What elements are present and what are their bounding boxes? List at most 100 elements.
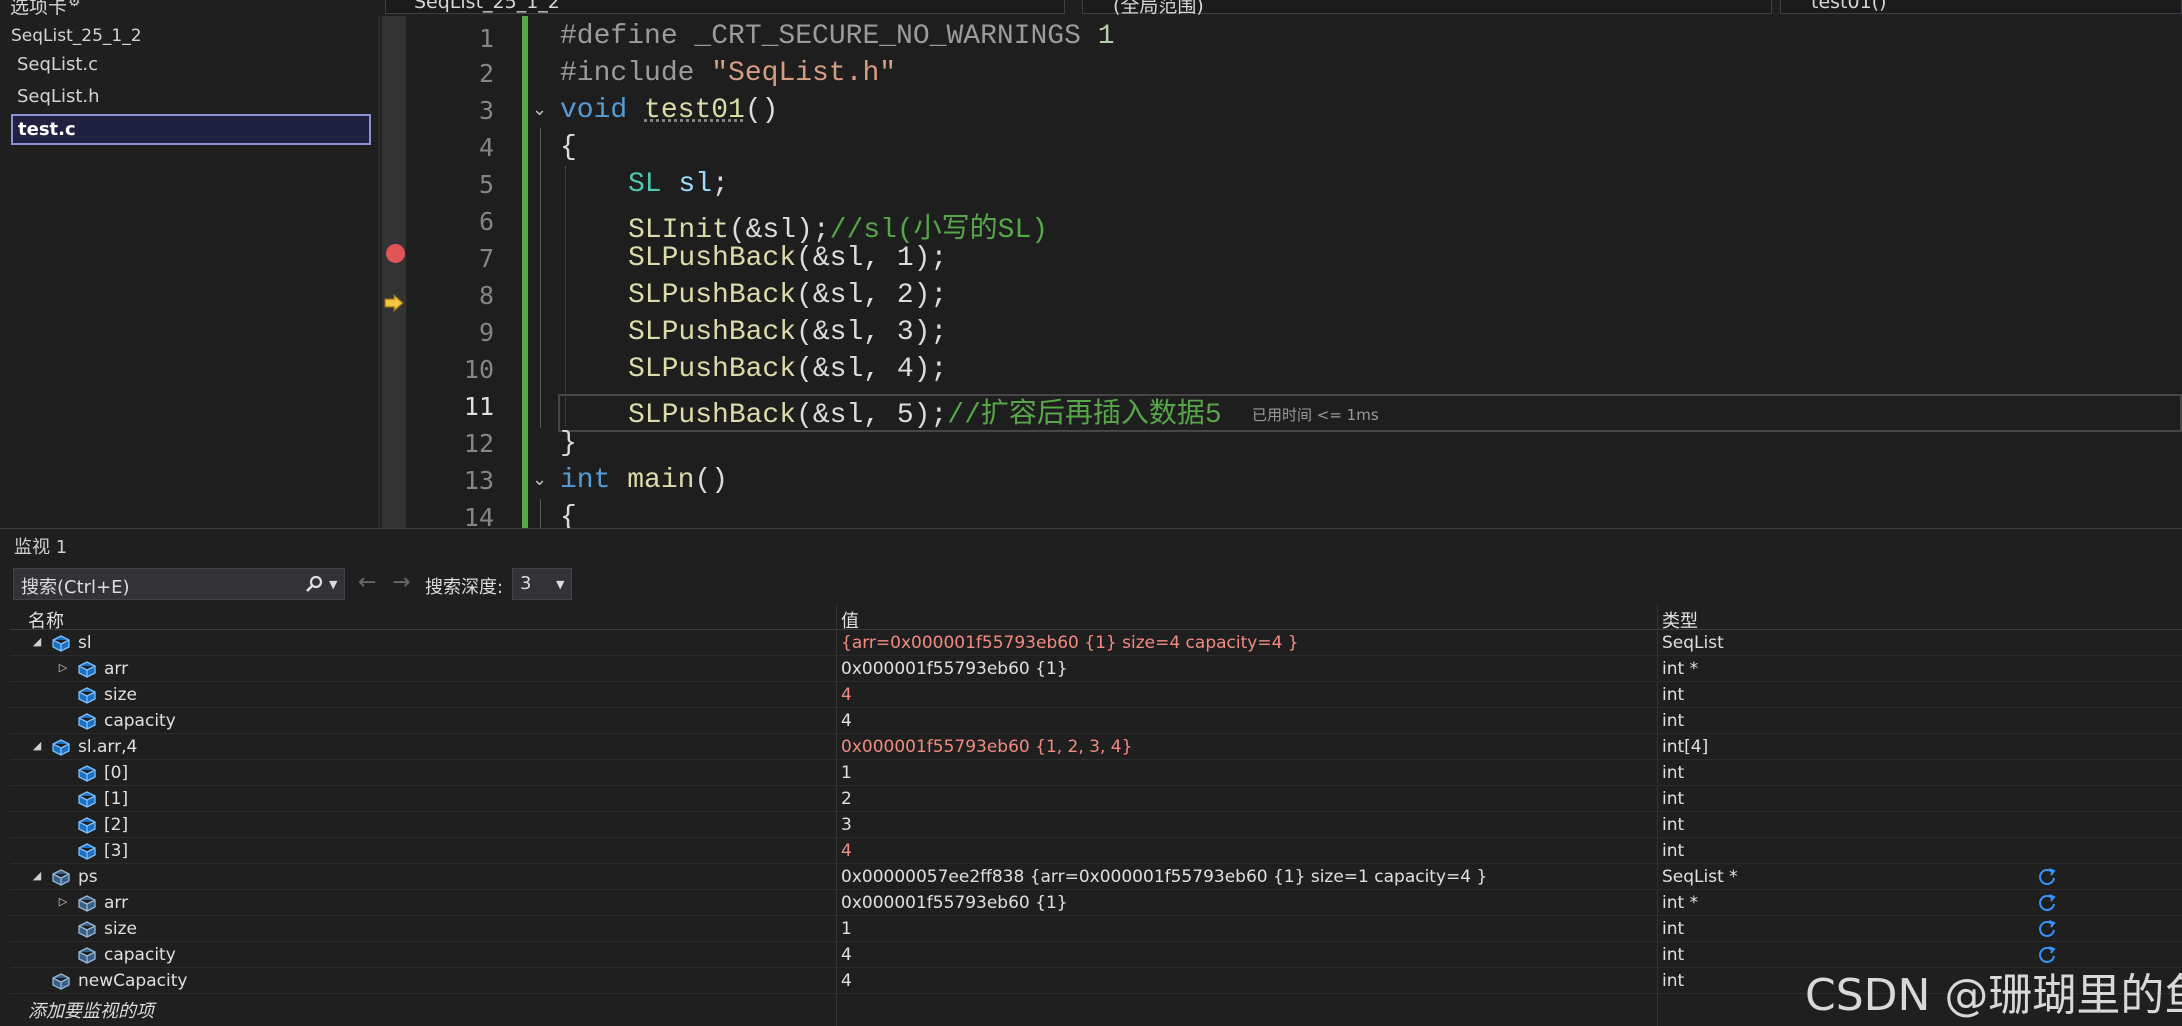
explorer-tab-fragment[interactable]: 选项卡 (10, 0, 67, 16)
project-node[interactable]: SeqList_25_1_2 (11, 26, 142, 46)
line-number: 12 (463, 429, 494, 458)
search-placeholder: 搜索(Ctrl+E) (21, 577, 130, 598)
code-line-2: #include "SeqList.h" (560, 58, 896, 89)
watch-row[interactable]: [1] 2 int (10, 786, 2182, 812)
watch-type: SeqList * (1662, 867, 1738, 887)
object-cube-icon (78, 687, 96, 704)
breakpoint-icon[interactable] (386, 244, 405, 263)
watch-value[interactable]: 0x000001f55793eb60 {1} (841, 659, 1068, 679)
change-tracking-bar (522, 16, 528, 528)
watch-value[interactable]: 0x000001f55793eb60 {1} (841, 893, 1068, 913)
expand-triangle-icon[interactable]: ▷ (56, 895, 70, 908)
object-cube-icon (78, 791, 96, 808)
line-number: 11 (463, 392, 494, 421)
watch-value[interactable]: 4 (841, 971, 852, 991)
scope-dropdown[interactable]: (全局范围) ▾ (1082, 0, 1772, 16)
code-line-7: SLPushBack(&sl, 1); (628, 243, 947, 274)
object-cube-icon (78, 661, 96, 678)
watch-row[interactable]: ▷ arr 0x000001f55793eb60 {1} int * (10, 656, 2182, 682)
punctuation: () (694, 465, 729, 496)
search-input[interactable]: 搜索(Ctrl+E) ▼ (13, 568, 345, 600)
search-icon[interactable] (304, 575, 324, 595)
watch-row[interactable]: ◢ ps 0x00000057ee2ff838 {arr=0x000001f55… (10, 864, 2182, 890)
gear-icon[interactable]: ⚙ (68, 0, 81, 10)
watch-name: [3] (104, 841, 129, 861)
string-literal: "SeqList.h" (711, 58, 897, 89)
function-name: main (627, 465, 695, 496)
watermark: CSDN @珊瑚里的鱼 (1805, 970, 2182, 1021)
watch-row[interactable]: ◢ sl.arr,4 0x000001f55793eb60 {1, 2, 3, … (10, 734, 2182, 760)
watch-type: int (1662, 971, 1685, 991)
watch-value[interactable]: 4 (841, 711, 852, 731)
file-test-c[interactable]: test.c (11, 114, 371, 145)
scope-fragment: (全局范围) (1113, 0, 1204, 16)
code-line-14: { (560, 502, 577, 528)
code-line-10: SLPushBack(&sl, 4); (628, 354, 947, 385)
line-number: 4 (478, 133, 494, 162)
perf-tip[interactable]: 已用时间 <= 1ms (1252, 404, 1379, 425)
editor-tab-fragment: SeqList_25_1_2 (414, 0, 560, 13)
watch-row[interactable]: ◢ sl {arr=0x000001f55793eb60 {1} size=4 … (10, 630, 2182, 656)
watch-value[interactable]: 4 (841, 685, 852, 705)
watch-value[interactable]: 1 (841, 763, 852, 783)
watch-value[interactable]: 4 (841, 841, 852, 861)
watch-name: sl.arr,4 (78, 737, 138, 757)
watch-row[interactable]: [0] 1 int (10, 760, 2182, 786)
watch-name: size (104, 685, 137, 705)
watch-value[interactable]: 3 (841, 815, 852, 835)
glyph-margin[interactable] (382, 16, 406, 528)
watch-name: size (104, 919, 137, 939)
watch-value[interactable]: 1 (841, 919, 852, 939)
function-name: SLPushBack (628, 317, 797, 348)
watch-row[interactable]: size 4 int (10, 682, 2182, 708)
watch-row[interactable]: ▷ arr 0x000001f55793eb60 {1} int * (10, 890, 2182, 916)
back-arrow-icon[interactable]: ← (358, 570, 376, 595)
refresh-icon[interactable] (2036, 919, 2058, 939)
watch-value[interactable]: 0x000001f55793eb60 {1, 2, 3, 4} (841, 737, 1132, 757)
call-args: (&sl, 3); (796, 317, 948, 348)
code-editor[interactable]: 1 2 3 4 5 6 7 8 9 10 11 12 13 14 ⌄ ⌄ #de… (382, 16, 2182, 528)
pp-directive: #include (560, 58, 712, 89)
watch-value[interactable]: 2 (841, 789, 852, 809)
expand-triangle-icon[interactable]: ▷ (56, 661, 70, 674)
line-number: 8 (478, 281, 494, 310)
member-fragment: test01() (1811, 0, 1887, 13)
file-seqlist-c[interactable]: SeqList.c (17, 54, 98, 75)
watch-row[interactable]: size 1 int (10, 916, 2182, 942)
line-number: 7 (478, 244, 494, 273)
fold-chevron-icon[interactable]: ⌄ (532, 469, 552, 490)
collapse-triangle-icon[interactable]: ◢ (30, 869, 44, 882)
watch-value[interactable]: 0x00000057ee2ff838 {arr=0x000001f55793eb… (841, 867, 1487, 887)
type-name: SL (628, 169, 662, 200)
indent-guide (565, 166, 566, 426)
object-cube-icon (78, 713, 96, 730)
watch-row[interactable]: [3] 4 int (10, 838, 2182, 864)
refresh-icon[interactable] (2036, 867, 2058, 887)
project-dropdown[interactable]: SeqList_25_1_2 (385, 0, 1065, 14)
watch-type: int (1662, 763, 1685, 783)
fold-region-line (540, 499, 541, 528)
search-depth-select[interactable]: 3 ▼ (512, 568, 572, 600)
code-line-9: SLPushBack(&sl, 3); (628, 317, 947, 348)
refresh-icon[interactable] (2036, 893, 2058, 913)
watch-row[interactable]: capacity 4 int (10, 708, 2182, 734)
variable-name: sl (678, 169, 713, 200)
file-seqlist-h[interactable]: SeqList.h (17, 86, 100, 107)
watch-value[interactable]: {arr=0x000001f55793eb60 {1} size=4 capac… (841, 633, 1299, 653)
collapse-triangle-icon[interactable]: ◢ (30, 635, 44, 648)
member-dropdown[interactable]: test01() (1780, 0, 2182, 14)
collapse-triangle-icon[interactable]: ◢ (30, 739, 44, 752)
watch-window: 监视 1 搜索(Ctrl+E) ▼ ← → 搜索深度: 3 ▼ 名称 值 类型 … (0, 528, 2182, 1026)
watch-type: int[4] (1662, 737, 1709, 757)
line-number: 9 (478, 318, 494, 347)
line-number: 5 (478, 170, 494, 199)
function-name: SLPushBack (628, 354, 797, 385)
punctuation: () (744, 95, 779, 126)
fold-chevron-icon[interactable]: ⌄ (532, 99, 552, 120)
watch-row[interactable]: [2] 3 int (10, 812, 2182, 838)
forward-arrow-icon[interactable]: → (392, 570, 410, 595)
add-watch-item[interactable]: 添加要监视的项 (28, 997, 154, 1023)
watch-value[interactable]: 4 (841, 945, 852, 965)
chevron-down-icon[interactable]: ▼ (329, 578, 337, 591)
watch-title[interactable]: 监视 1 (14, 533, 67, 559)
